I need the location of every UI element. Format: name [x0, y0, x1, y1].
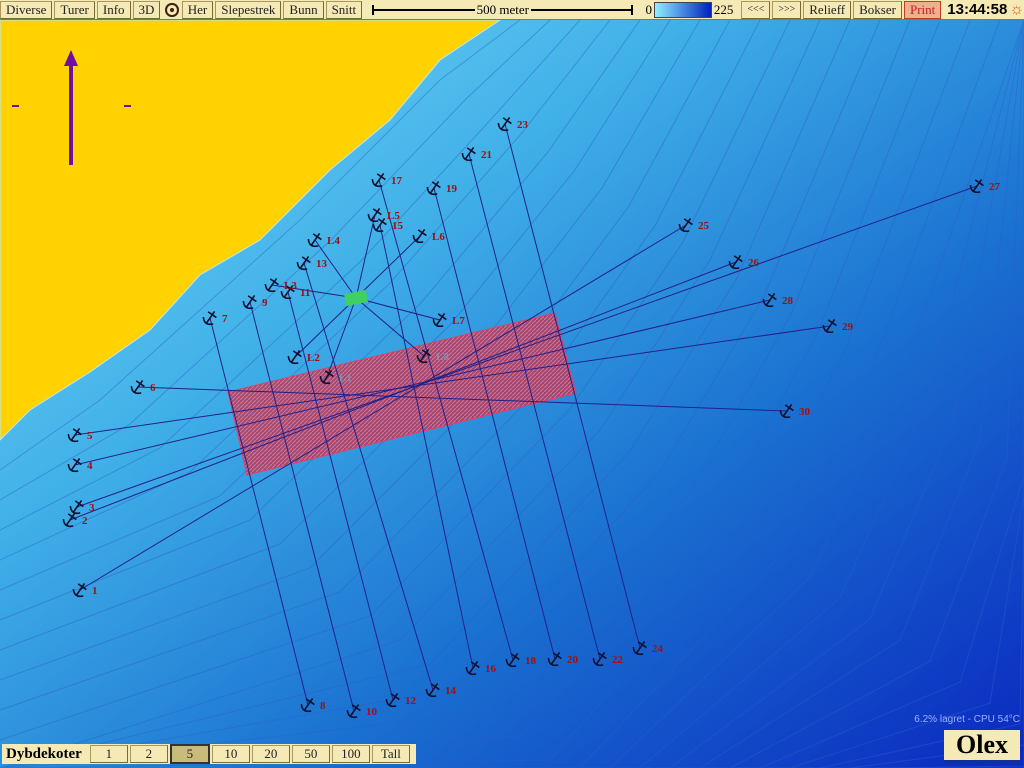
anchor-label: 22 [612, 654, 624, 666]
3d-button[interactable]: 3D [132, 0, 161, 19]
contour-option-50[interactable]: 50 [291, 745, 330, 763]
anchor-label: 8 [320, 700, 326, 712]
bokser-button[interactable]: Bokser [853, 0, 902, 19]
forward-button[interactable]: >>> [772, 0, 802, 19]
depth-min: 0 [645, 1, 652, 17]
anchor-label: 17 [391, 175, 403, 187]
anchor-label: 12 [405, 695, 417, 707]
olex-window: 1 2 3 4 5 6 7 8 9 10 11 12 13 14 15 16 17 18 19 20 21 22 23 24 2… [0, 0, 1024, 768]
depth-contour-title: Dybdekoter [6, 745, 82, 762]
target-icon[interactable] [165, 2, 179, 17]
anchor-label: 3 [89, 502, 95, 514]
depth-max: 225 [713, 1, 734, 17]
anchor-label: 1 [92, 585, 98, 597]
clock: 13:44:58 [947, 1, 1008, 18]
contour-option-20[interactable]: 20 [251, 745, 290, 763]
anchor-label: L5 [387, 210, 400, 222]
depth-scale [653, 1, 712, 18]
back-button[interactable]: <<< [741, 0, 771, 19]
turer-button[interactable]: Turer [54, 0, 95, 19]
anchor-label: L7 [452, 315, 465, 327]
anchor-label: 26 [748, 257, 760, 269]
anchor-label: 21 [481, 149, 492, 161]
anchor-label: 10 [366, 706, 378, 718]
anchor-label: L8 [436, 351, 449, 363]
contour-option-100[interactable]: 100 [331, 745, 370, 763]
anchor-label: 2 [82, 515, 88, 527]
scale-label: 500 meter [476, 1, 529, 17]
depth-contour-bar: Dybdekoter 1 2 5 10 20 50 100 Tall [2, 744, 416, 764]
chart-map[interactable]: 1234567891011121314151617181920212223242… [0, 0, 1024, 768]
slepestrek-button[interactable]: Slepestrek [215, 0, 282, 19]
anchor-label: 7 [222, 313, 228, 325]
anchor-label: 23 [517, 119, 529, 131]
info-button[interactable]: Info [96, 0, 131, 19]
contour-option-2[interactable]: 2 [129, 745, 168, 763]
anchor-label: 13 [316, 258, 328, 270]
anchor-label: 20 [567, 654, 579, 666]
anchor-label: L6 [432, 231, 445, 243]
her-button[interactable]: Her [181, 0, 214, 19]
anchor-label: 11 [300, 287, 310, 299]
anchor-label: L3 [284, 280, 297, 292]
toolbar: Diverse Turer Info 3D Her Slepestrek Bun… [0, 0, 1024, 20]
anchor-label: 28 [782, 295, 794, 307]
anchor-label: L2 [307, 352, 320, 364]
snitt-button[interactable]: Snitt [325, 0, 363, 19]
olex-logo[interactable]: Olex [944, 730, 1020, 764]
anchor-label: 5 [87, 430, 93, 442]
anchor-label: 29 [842, 321, 854, 333]
diverse-button[interactable]: Diverse [0, 0, 53, 19]
sun-icon[interactable]: ☼ [1009, 1, 1024, 19]
anchor-label: 25 [698, 220, 710, 232]
anchor-label: 4 [87, 460, 93, 472]
status-text: 6.2% lagret - CPU 54°C [914, 714, 1020, 725]
contour-option-1[interactable]: 1 [89, 745, 128, 763]
anchor-label: 14 [445, 685, 457, 697]
relieff-button[interactable]: Relieff [803, 0, 852, 19]
contour-option-5[interactable]: 5 [169, 744, 210, 764]
anchor-label: 16 [485, 663, 497, 675]
anchor-label: 24 [652, 643, 664, 655]
anchor-label: 9 [262, 297, 268, 309]
contour-option-10[interactable]: 10 [211, 745, 250, 763]
print-button[interactable]: Print [903, 0, 942, 19]
anchor-label: 18 [525, 655, 537, 667]
anchor-label: 27 [989, 181, 1001, 193]
anchor-label: 30 [799, 406, 811, 418]
bunn-button[interactable]: Bunn [283, 0, 324, 19]
scale-bar: 500 meter [372, 1, 634, 18]
contour-option-tall[interactable]: Tall [371, 745, 410, 763]
anchor-label: 19 [446, 183, 458, 195]
anchor-label: 6 [150, 382, 156, 394]
anchor-label: L4 [327, 235, 340, 247]
anchor-label: L1 [339, 372, 352, 384]
